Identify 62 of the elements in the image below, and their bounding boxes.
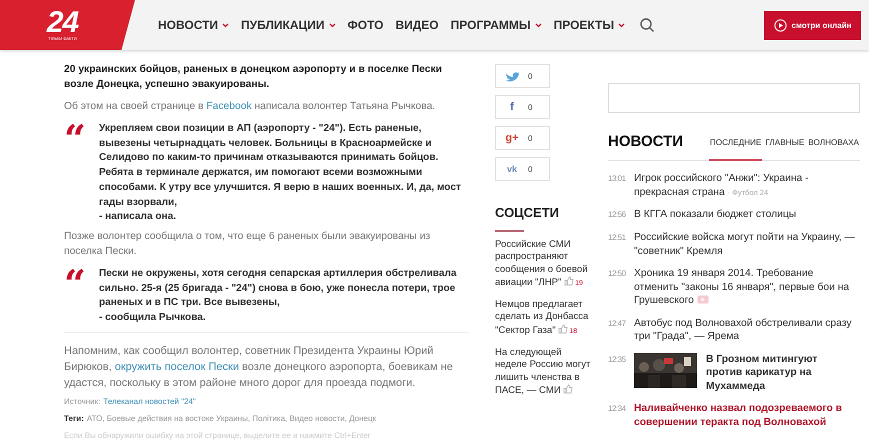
quote-text: Укрепляем свои позиции в АП (аэропорту - "24"). Есть раненые, вывезены четырнадцать человек. Больницы в Красноармейске и Селидово по каким-то причинам отказываются принимать бойцов. Ребята в терминале держатся, им помогают всеми возможными способами. К утру все улучшится. Я верю в наших военных. И, да, мост гады взорвали, [99, 122, 462, 210]
tags-label: Теги: [64, 414, 84, 423]
news-link[interactable]: В Грозном митингуют против карикатур на Мухаммеда [706, 352, 856, 393]
news-link[interactable]: Российские войска могут пойти на Украину, — "советник" Кремля [634, 231, 856, 258]
social-news-link[interactable]: На следующей неделе Россию могут лишить членства в ПАСЕ, — СМИ [495, 347, 595, 398]
quote-text: Пески не окружены, хотя сегодня сепарская артиллерия обстреливала сильно. 25-я (25 бригада - "24") снова в бою, уже понесла потери, трое раненых и в ПС три. Все вывезены, [99, 266, 458, 310]
lead-paragraph: 20 украинских бойцов, раненых в донецком аэропорту и в поселке Пески возле Донецка, успешно эвакуированы. [64, 63, 443, 92]
nav-link[interactable]: ФОТО [348, 18, 384, 32]
news-link[interactable]: Автобус под Волновахой обстреливали сразу три "Града", — Ярема [634, 316, 856, 344]
bird-icon [505, 70, 519, 82]
news-link[interactable]: Наливайченко назвал подозреваемого в совершении теракта под Волновахой [634, 402, 856, 429]
paragraph: Напомним, как сообщил волонтер, советник Президента Украины Юрий Бирюков, окружить поселок Пески возле донецкого аэропорта, боевикам не удастся, поскольку в этом районе много дорог для проезда подмоги. [64, 344, 454, 391]
news-time: 12:51 [608, 232, 627, 244]
play-icon [774, 18, 787, 32]
tag-list: АТО, Боевые действия на востоке Украины, Політика, Видео новости, Донецк [86, 414, 376, 423]
share-count: 0 [528, 164, 532, 174]
google-plus-icon: g+ [505, 132, 519, 144]
facebook-icon: f [505, 101, 519, 113]
nav-link[interactable]: ВИДЕО [395, 18, 439, 32]
news-tab[interactable]: ГЛАВНЫЕ [764, 138, 806, 161]
quote-text: - написала она. [99, 210, 178, 224]
news-link[interactable]: В КГГА показали бюджет столицы [634, 208, 856, 222]
section-title: НОВОСТИ [608, 133, 684, 152]
nav-link[interactable]: НОВОСТИ [158, 18, 230, 32]
paragraph: Об этом на своей странице в Facebook написала волонтер Татьяна Рычкова. [64, 100, 436, 114]
quote-mark: “ [64, 266, 87, 308]
title-underline [495, 230, 524, 232]
thumbs-up-icon [558, 324, 568, 334]
news-tab[interactable]: ВОЛНОВАХА [807, 138, 860, 161]
share-button[interactable]: f 0 [495, 95, 550, 119]
nav-link[interactable]: ПРОЕКТЫ [554, 18, 626, 32]
share-button[interactable]: vk 0 [495, 157, 550, 181]
search-icon [639, 17, 656, 33]
news-link[interactable]: Хроника 19 января 2014. Требование отменить "законы 16 января", первые бои на Грушевского [634, 267, 856, 308]
quote-mark: “ [64, 122, 87, 163]
news-time: 12:56 [608, 209, 627, 221]
share-button[interactable]: 0 [495, 64, 550, 88]
share-button[interactable]: g+ 0 [495, 126, 550, 150]
nav-link[interactable]: ПРОГРАММЫ [450, 18, 542, 32]
logo-number[interactable]: 24 [46, 10, 78, 36]
thumbs-up-icon [564, 276, 574, 286]
source-label: Источник: [64, 396, 100, 406]
text-link[interactable]: Facebook [206, 101, 252, 112]
vk-icon: vk [505, 163, 519, 175]
share-count: 0 [528, 102, 532, 112]
news-time: 12:34 [608, 403, 627, 415]
source-link[interactable]: Телеканал новостей "24" [103, 396, 196, 406]
share-count: 0 [528, 134, 532, 142]
news-tab[interactable]: ПОСЛЕДНИЕ [708, 138, 762, 161]
text-link[interactable]: окружить поселок Пески [114, 360, 239, 373]
section-title: СОЦСЕТИ [495, 205, 560, 220]
watch-online-button[interactable]: смотри онлайн [764, 10, 861, 40]
video-icon [696, 295, 709, 304]
paragraph: Позже волонтер сообщила о том, что еще 6 раненых были эвакуированы из поселка Пески. [64, 230, 432, 259]
news-time: 13:01 [608, 173, 627, 185]
news-time: 12:35 [608, 354, 627, 366]
share-count: 0 [528, 72, 532, 80]
news-time: 12:47 [608, 318, 627, 330]
news-time: 12:50 [608, 268, 627, 280]
thumbs-up-icon [563, 384, 574, 394]
quote-text: - сообщила Рычкова. [99, 311, 207, 326]
nav-link[interactable]: ПУБЛИКАЦИИ [241, 18, 336, 32]
